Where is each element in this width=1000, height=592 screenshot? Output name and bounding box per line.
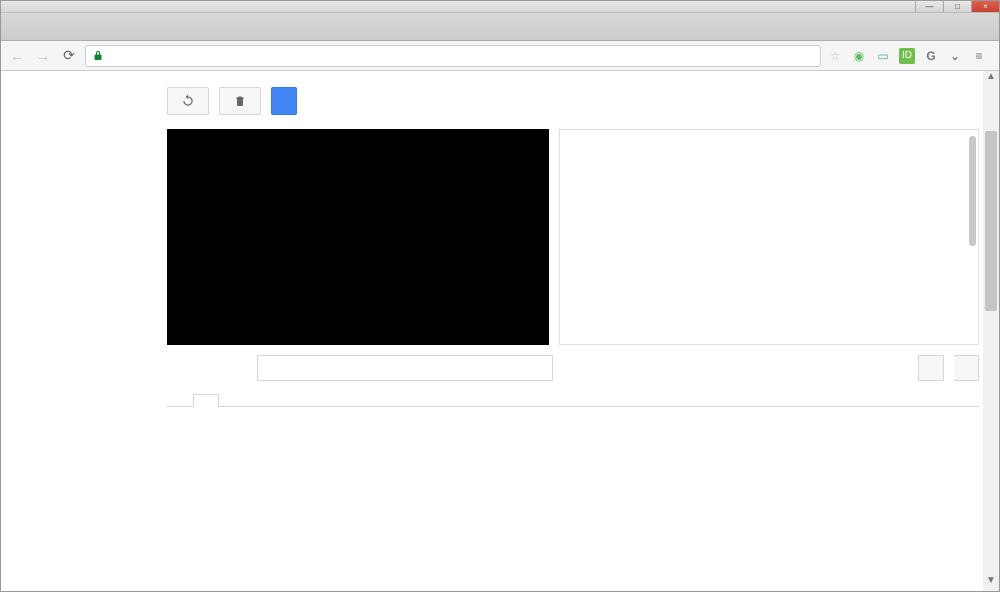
card-preview — [167, 129, 549, 345]
browser-tab-strip — [1, 13, 999, 41]
page-scrollbar-thumb[interactable] — [985, 131, 997, 311]
delete-button[interactable] — [219, 87, 261, 115]
window-close-button[interactable]: × — [971, 1, 999, 12]
code-scrollbar[interactable] — [969, 136, 976, 338]
sidebar-nav — [1, 71, 161, 591]
html-toggle-button[interactable] — [954, 355, 979, 381]
scroll-up-arrow[interactable]: ▲ — [983, 71, 999, 87]
editor-toolbar — [167, 87, 979, 115]
code-scrollbar-thumb[interactable] — [969, 136, 976, 246]
extension-icons: ☆ ◉ ▭ ID G ⌄ ≡ — [827, 48, 993, 64]
refresh-icon — [181, 94, 195, 108]
tab-timeline[interactable] — [193, 394, 219, 407]
trash-icon — [234, 94, 246, 108]
window-maximize-button[interactable]: □ — [943, 1, 971, 12]
tab-templates[interactable] — [167, 393, 193, 406]
html-code-editor[interactable] — [559, 129, 979, 345]
footer-row — [167, 355, 979, 381]
reload-button[interactable]: ⟳ — [59, 46, 79, 66]
address-bar: ← → ⟳ ☆ ◉ ▭ ID G ⌄ ≡ — [1, 41, 999, 71]
url-field[interactable] — [85, 45, 821, 67]
star-icon[interactable]: ☆ — [827, 48, 843, 64]
window-minimize-button[interactable]: — — [915, 1, 943, 12]
window-title-bar: — □ × — [1, 1, 999, 13]
pocket-icon[interactable]: ⌄ — [947, 48, 963, 64]
main-content — [161, 71, 999, 591]
forward-button[interactable]: → — [33, 46, 53, 66]
update-item-button[interactable] — [271, 87, 297, 115]
design-tabs — [167, 393, 979, 407]
cast-icon[interactable]: ▭ — [875, 48, 891, 64]
page-scrollbar[interactable]: ▲ ▼ — [983, 71, 999, 591]
lock-icon — [92, 50, 104, 62]
footer-brand-icon-input[interactable] — [257, 355, 553, 381]
refresh-button[interactable] — [167, 87, 209, 115]
back-button[interactable]: ← — [7, 46, 27, 66]
json-toggle-button[interactable] — [918, 355, 944, 381]
scroll-down-arrow[interactable]: ▼ — [983, 575, 999, 591]
editor-row — [167, 129, 979, 345]
evernote-icon[interactable]: ID — [899, 48, 915, 64]
green-dot-icon[interactable]: ◉ — [851, 48, 867, 64]
g-icon[interactable]: G — [923, 48, 939, 64]
menu-icon[interactable]: ≡ — [971, 48, 987, 64]
